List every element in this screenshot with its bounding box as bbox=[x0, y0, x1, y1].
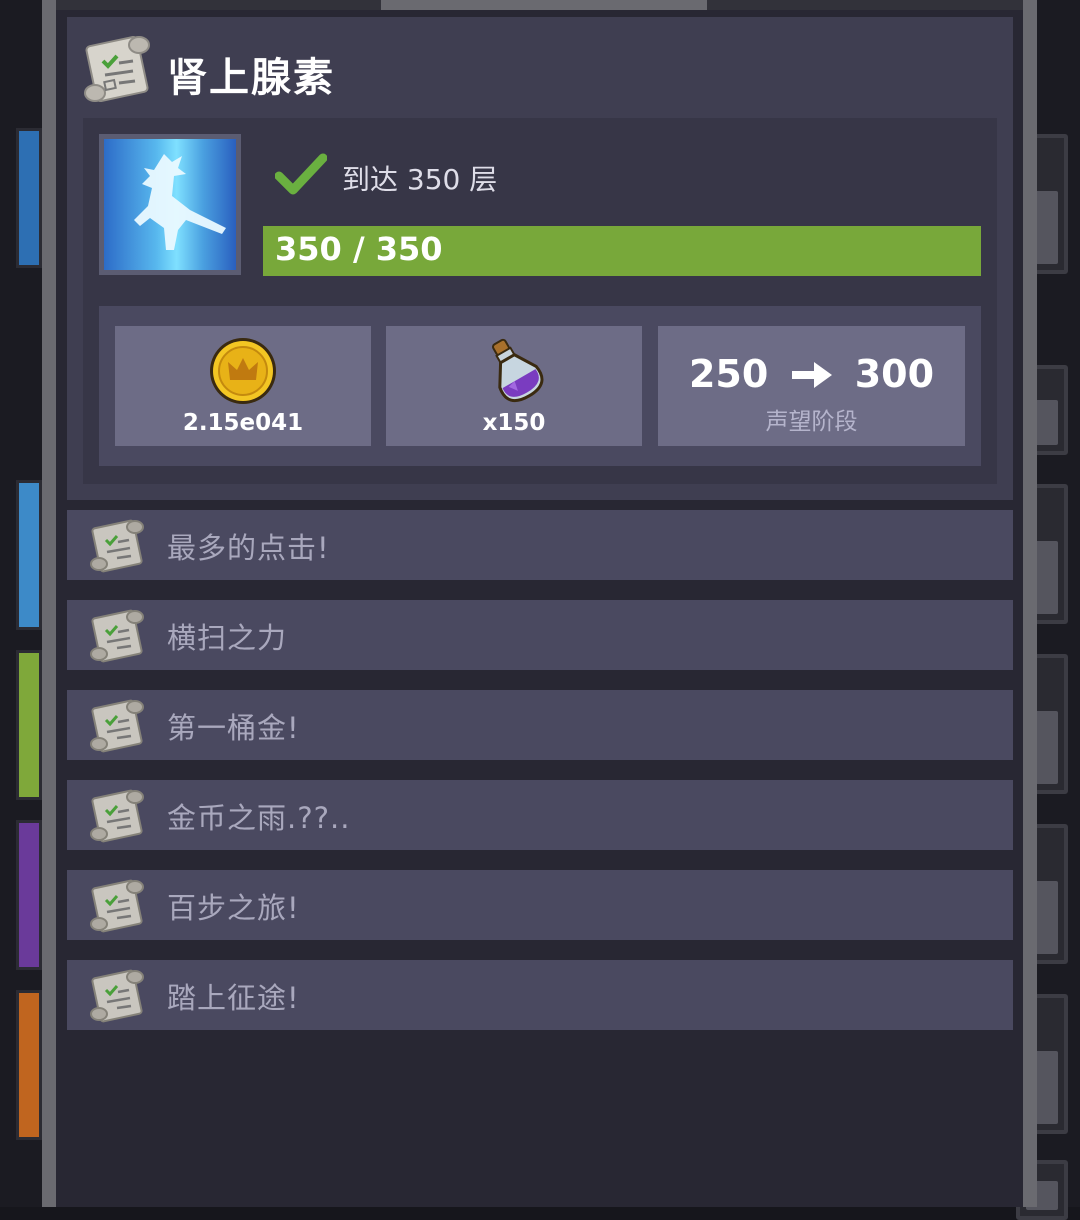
background-thumbnail bbox=[16, 990, 42, 1140]
reward-prestige: 250 300 声望阶段 bbox=[658, 326, 965, 446]
arrow-right-icon bbox=[791, 362, 832, 388]
achievement-row-label: 踏上征途! bbox=[167, 981, 300, 1015]
tab-strip-left bbox=[56, 0, 381, 10]
scroll-icon bbox=[90, 609, 144, 663]
achievement-row[interactable]: 踏上征途! bbox=[67, 960, 1013, 1030]
prestige-to: 300 bbox=[854, 352, 935, 396]
achievement-row[interactable]: 百步之旅! bbox=[67, 870, 1013, 940]
achievement-row[interactable]: 第一桶金! bbox=[67, 690, 1013, 760]
gold-coin-icon bbox=[210, 338, 276, 404]
background-left bbox=[0, 0, 44, 1207]
scroll-icon bbox=[90, 879, 144, 933]
reward-potion-label: x150 bbox=[482, 410, 546, 436]
scroll-icon bbox=[90, 519, 144, 573]
achievement-row[interactable]: 金币之雨.??.. bbox=[67, 780, 1013, 850]
achievement-portrait bbox=[99, 134, 241, 275]
background-thumbnail bbox=[16, 650, 42, 800]
reward-gold-label: 2.15e041 bbox=[182, 410, 304, 436]
hero-silhouette-icon bbox=[134, 154, 226, 250]
tab-strip-right bbox=[707, 0, 1023, 10]
scroll-icon bbox=[90, 969, 144, 1023]
achievement-title: 肾上腺素 bbox=[167, 55, 335, 101]
prestige-label: 声望阶段 bbox=[765, 409, 858, 435]
achievement-row-label: 横扫之力 bbox=[167, 621, 288, 655]
progress-text: 350 / 350 bbox=[275, 230, 443, 268]
potion-icon bbox=[492, 338, 544, 403]
achievement-row-label: 金币之雨.??.. bbox=[167, 801, 351, 835]
reward-potion: x150 bbox=[386, 326, 642, 446]
achievement-expanded[interactable]: 肾上腺素 到达 350 层 350 / 350 2.15e041 x150 25… bbox=[67, 17, 1013, 500]
background-thumbnail bbox=[16, 820, 42, 970]
achievement-row-label: 百步之旅! bbox=[167, 891, 300, 925]
scroll-icon bbox=[90, 699, 144, 753]
scroll-icon bbox=[90, 789, 144, 843]
achievement-row[interactable]: 横扫之力 bbox=[67, 600, 1013, 670]
achievement-row[interactable]: 最多的点击! bbox=[67, 510, 1013, 580]
achievement-row-label: 最多的点击! bbox=[167, 531, 330, 565]
reward-gold: 2.15e041 bbox=[115, 326, 371, 446]
check-icon bbox=[275, 153, 327, 195]
achievement-row-label: 第一桶金! bbox=[167, 711, 300, 745]
achievement-details: 到达 350 层 350 / 350 2.15e041 x150 250 300… bbox=[83, 118, 997, 484]
background-thumbnail bbox=[16, 128, 42, 268]
achievement-goal: 到达 350 层 bbox=[342, 163, 498, 196]
rewards-box: 2.15e041 x150 250 300 声望阶段 bbox=[99, 306, 981, 466]
background-thumbnail bbox=[16, 480, 42, 630]
progress-bar: 350 / 350 bbox=[263, 226, 981, 276]
scroll-icon bbox=[84, 35, 150, 103]
prestige-from: 250 bbox=[688, 352, 769, 396]
prestige-stage-change: 250 300 bbox=[658, 352, 965, 396]
